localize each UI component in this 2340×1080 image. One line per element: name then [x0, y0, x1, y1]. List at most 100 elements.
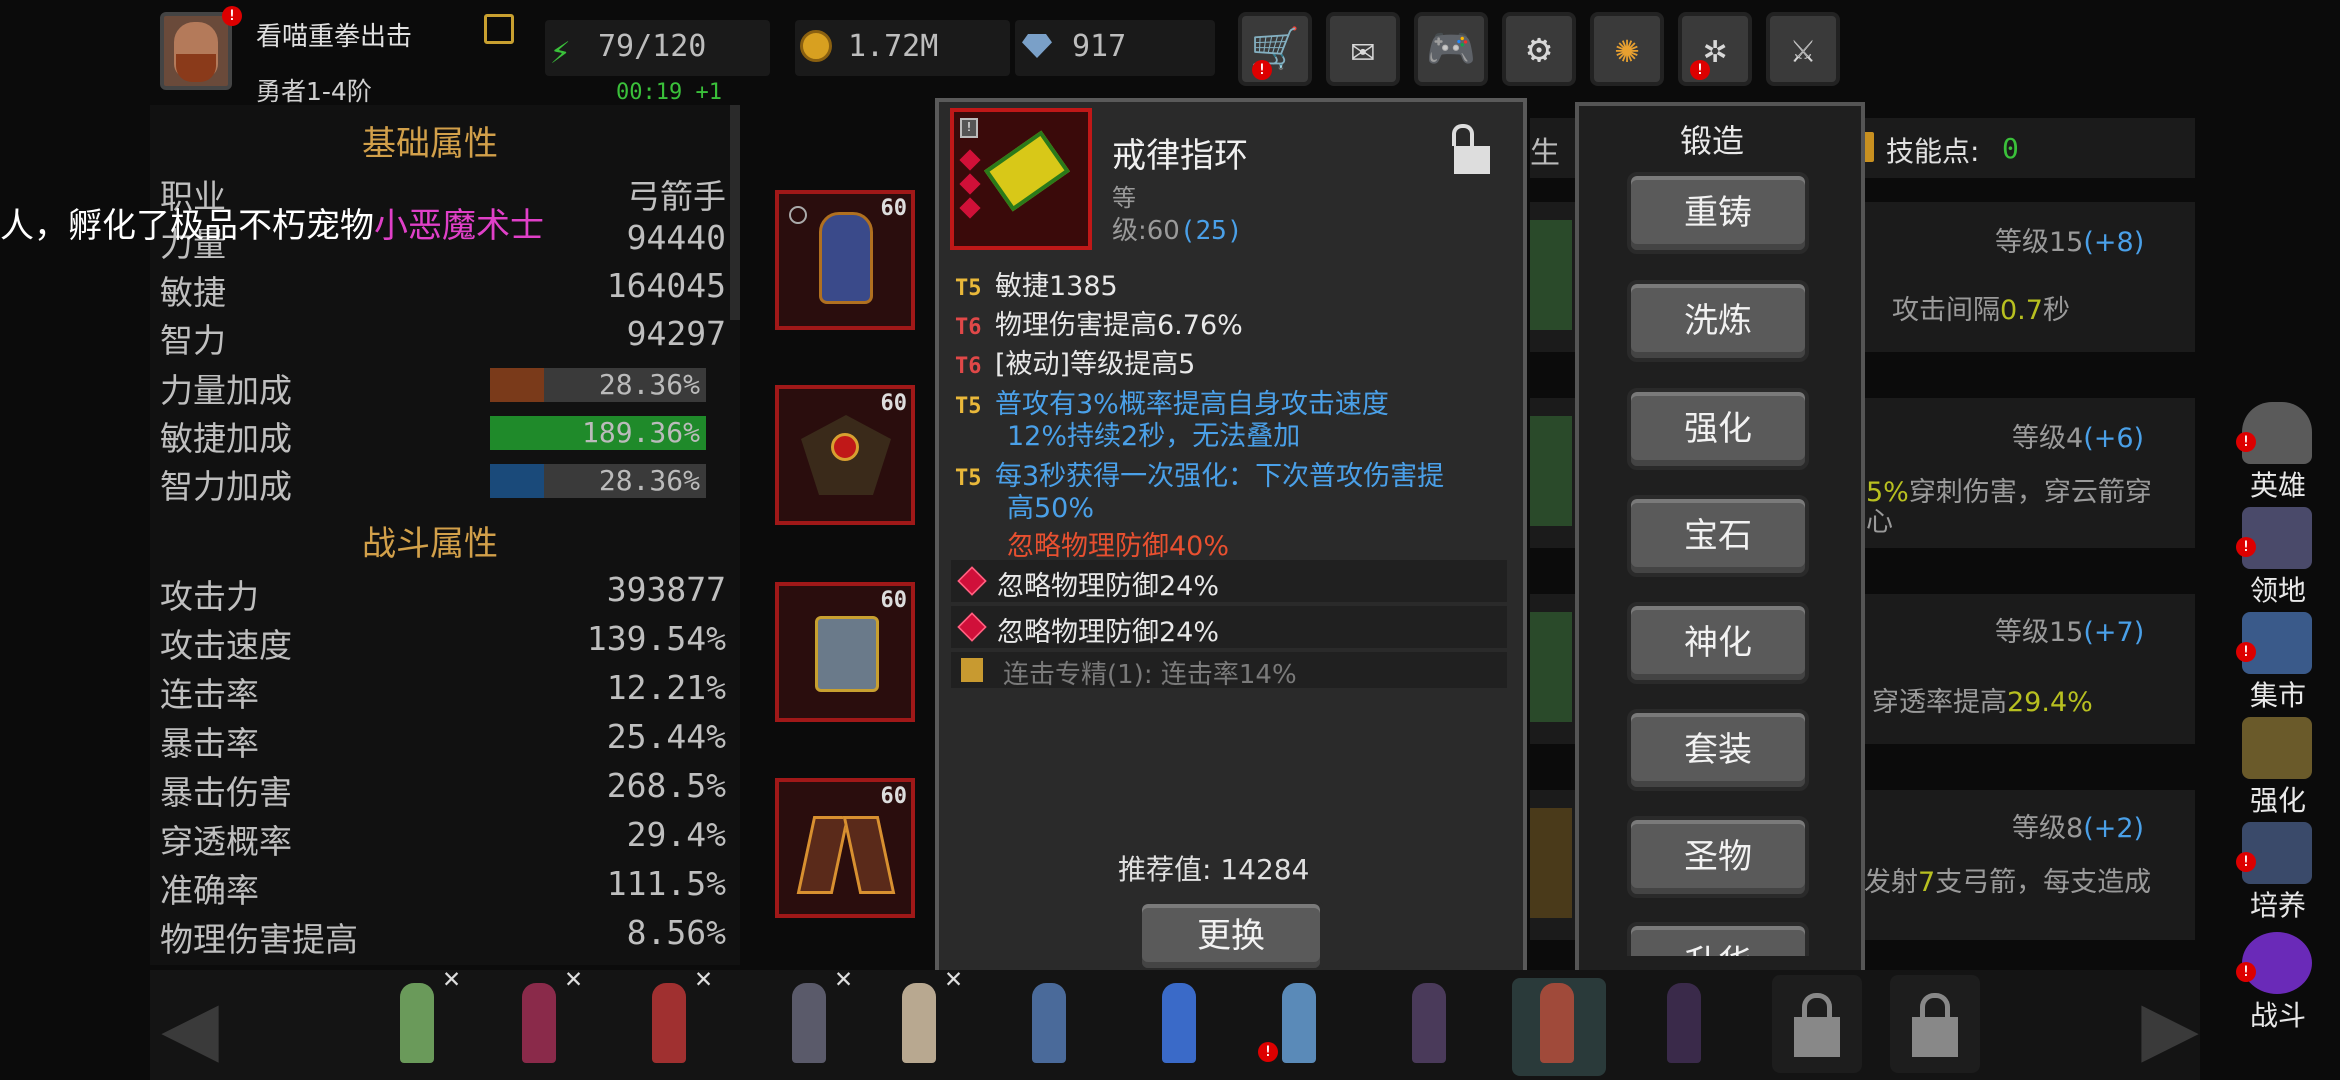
- bonus-row: 敏捷加成 189.36%: [160, 412, 726, 458]
- locked-hero-slot[interactable]: [1772, 975, 1862, 1073]
- stat-tier: T6: [955, 354, 982, 379]
- remove-hero-icon[interactable]: ✕: [945, 961, 962, 994]
- equip-slot-helmet[interactable]: 60: [775, 190, 915, 330]
- fireworks-button[interactable]: ✲: [1678, 12, 1752, 86]
- remove-hero-icon[interactable]: ✕: [835, 961, 852, 994]
- shop-cart-button[interactable]: 🛒: [1238, 12, 1312, 86]
- notification-badge: !: [222, 6, 242, 26]
- attr-label: 穿透概率: [160, 822, 292, 861]
- skill-desc-highlight: 29.4%: [2007, 687, 2093, 718]
- attr-value: 8.56%: [626, 913, 726, 952]
- sublimate-button[interactable]: 升华: [1627, 922, 1809, 956]
- refine-button[interactable]: 洗炼: [1627, 280, 1809, 362]
- stat-tier: T6: [955, 315, 982, 340]
- item-stat-line: T6 物理伤害提高6.76%: [955, 303, 1243, 342]
- energy-icon: ⚡: [550, 32, 571, 72]
- recast-button[interactable]: 重铸: [1627, 172, 1809, 254]
- nav-alert-badge: !: [2236, 537, 2256, 557]
- attr-label: 攻击力: [160, 577, 259, 616]
- crystal-icon: [2242, 717, 2312, 779]
- skill-level-text: 等级15: [1995, 617, 2084, 648]
- deify-button[interactable]: 神化: [1627, 602, 1809, 684]
- auto-battle-button[interactable]: ⚔: [1766, 12, 1840, 86]
- skill-level: 等级15(+7): [1995, 610, 2144, 649]
- skill-desc: 穿透率提高29.4%: [1872, 680, 2093, 719]
- energy-value: 79/120: [598, 29, 707, 64]
- skill-icon: [1530, 808, 1572, 918]
- attr-value: 111.5%: [606, 864, 726, 903]
- attr-row: 连击率 12.21%: [160, 668, 726, 714]
- unlock-icon[interactable]: [1452, 124, 1492, 176]
- bonus-bar-fill: [490, 368, 544, 402]
- relic-button[interactable]: 圣物: [1627, 816, 1809, 898]
- attr-label: 攻击速度: [160, 626, 292, 665]
- mail-button[interactable]: ✉: [1326, 12, 1400, 86]
- attr-value: 393877: [606, 570, 726, 609]
- stat-text: 敏捷1385: [995, 271, 1118, 302]
- attr-row: 暴击伤害 268.5%: [160, 766, 726, 812]
- enhance-button[interactable]: 强化: [1627, 388, 1809, 470]
- stat-text: 物理伤害提高6.76%: [995, 310, 1243, 341]
- forge-title: 锻造: [1680, 122, 1745, 160]
- gem-value: 917: [1072, 29, 1127, 64]
- hero-portrait-selected[interactable]: [1518, 965, 1600, 1075]
- remove-hero-icon[interactable]: ✕: [695, 961, 712, 994]
- skill-level-bonus: (+7): [2083, 617, 2145, 648]
- aperture-button[interactable]: ✺: [1590, 12, 1664, 86]
- hero-portrait[interactable]: ✕: [500, 961, 582, 1075]
- hero-portrait[interactable]: [1140, 965, 1222, 1075]
- player-rank: 勇者1-4阶: [256, 77, 372, 106]
- item-stat-line: T5 敏捷1385: [955, 264, 1118, 303]
- item-grade: 等: [1112, 184, 1136, 212]
- attr-label: 暴击率: [160, 724, 259, 763]
- hero-portrait[interactable]: ✕: [630, 961, 712, 1075]
- attr-row: 攻击力 393877: [160, 570, 726, 616]
- skill-desc-text: 攻击间隔: [1892, 295, 2000, 326]
- set-button[interactable]: 套装: [1627, 709, 1809, 791]
- equip-slot-boots[interactable]: 60: [775, 778, 915, 918]
- edit-name-icon[interactable]: [484, 14, 514, 44]
- nav-label: 培养: [2249, 889, 2306, 922]
- boot-right-icon: [842, 816, 896, 894]
- sword-off-icon: ⚔: [1790, 26, 1816, 72]
- gem-button[interactable]: 宝石: [1627, 495, 1809, 577]
- hero-portrait[interactable]: ✕: [378, 961, 460, 1075]
- hero-portrait[interactable]: ✕: [770, 961, 852, 1075]
- set-bonus-text: 连击专精(1): 连击率14%: [1003, 660, 1297, 690]
- armor-icon: [819, 212, 873, 304]
- remove-hero-icon[interactable]: ✕: [443, 961, 460, 994]
- hero-portrait[interactable]: [1645, 965, 1727, 1075]
- broadcast-message: 人，孵化了极品不朽宠物小恶魔术士: [0, 198, 544, 247]
- stat-tier: T5: [955, 276, 982, 301]
- hero-portrait[interactable]: ✕: [880, 961, 962, 1075]
- sword-bowl-icon: [2242, 822, 2312, 884]
- replace-button[interactable]: 更换: [1138, 900, 1324, 972]
- bonus-bar: 28.36%: [490, 368, 706, 402]
- nav-label: 领地: [2249, 574, 2306, 607]
- skill-level-text: 等级8: [2012, 813, 2084, 844]
- settings-button[interactable]: ⚙: [1502, 12, 1576, 86]
- hero-portrait[interactable]: [1390, 965, 1472, 1075]
- slot-level: 60: [880, 784, 908, 809]
- player-avatar[interactable]: [160, 12, 232, 90]
- remove-hero-icon[interactable]: ✕: [565, 961, 582, 994]
- skill-points-label: 技能点:: [1886, 135, 1980, 168]
- hero-portrait[interactable]: [1010, 965, 1092, 1075]
- hero-alert-badge: !: [1258, 1042, 1278, 1062]
- next-page-arrow-icon[interactable]: ▶: [2130, 978, 2210, 1074]
- skill-tab[interactable]: 生: [1530, 128, 1560, 172]
- bonus-value: 189.36%: [581, 416, 700, 449]
- stat-text-line2: 12%持续2秒，无法叠加: [1007, 421, 1301, 452]
- locked-hero-slot[interactable]: [1890, 975, 1980, 1073]
- gear-icon: ⚙: [1526, 26, 1552, 72]
- hero-figure: [522, 983, 556, 1063]
- avatar-beard: [176, 54, 216, 82]
- gamepad-icon: 🎮: [1426, 26, 1476, 72]
- equip-slot-chest[interactable]: 60: [775, 385, 915, 525]
- attr-label: 智力: [160, 321, 226, 360]
- gamepad-button[interactable]: 🎮: [1414, 12, 1488, 86]
- nav-enhance[interactable]: 强化: [2228, 715, 2328, 817]
- equip-slot-legs[interactable]: 60: [775, 582, 915, 722]
- attribute-scrollbar[interactable]: [730, 105, 740, 320]
- prev-page-arrow-icon[interactable]: ◀: [150, 978, 230, 1074]
